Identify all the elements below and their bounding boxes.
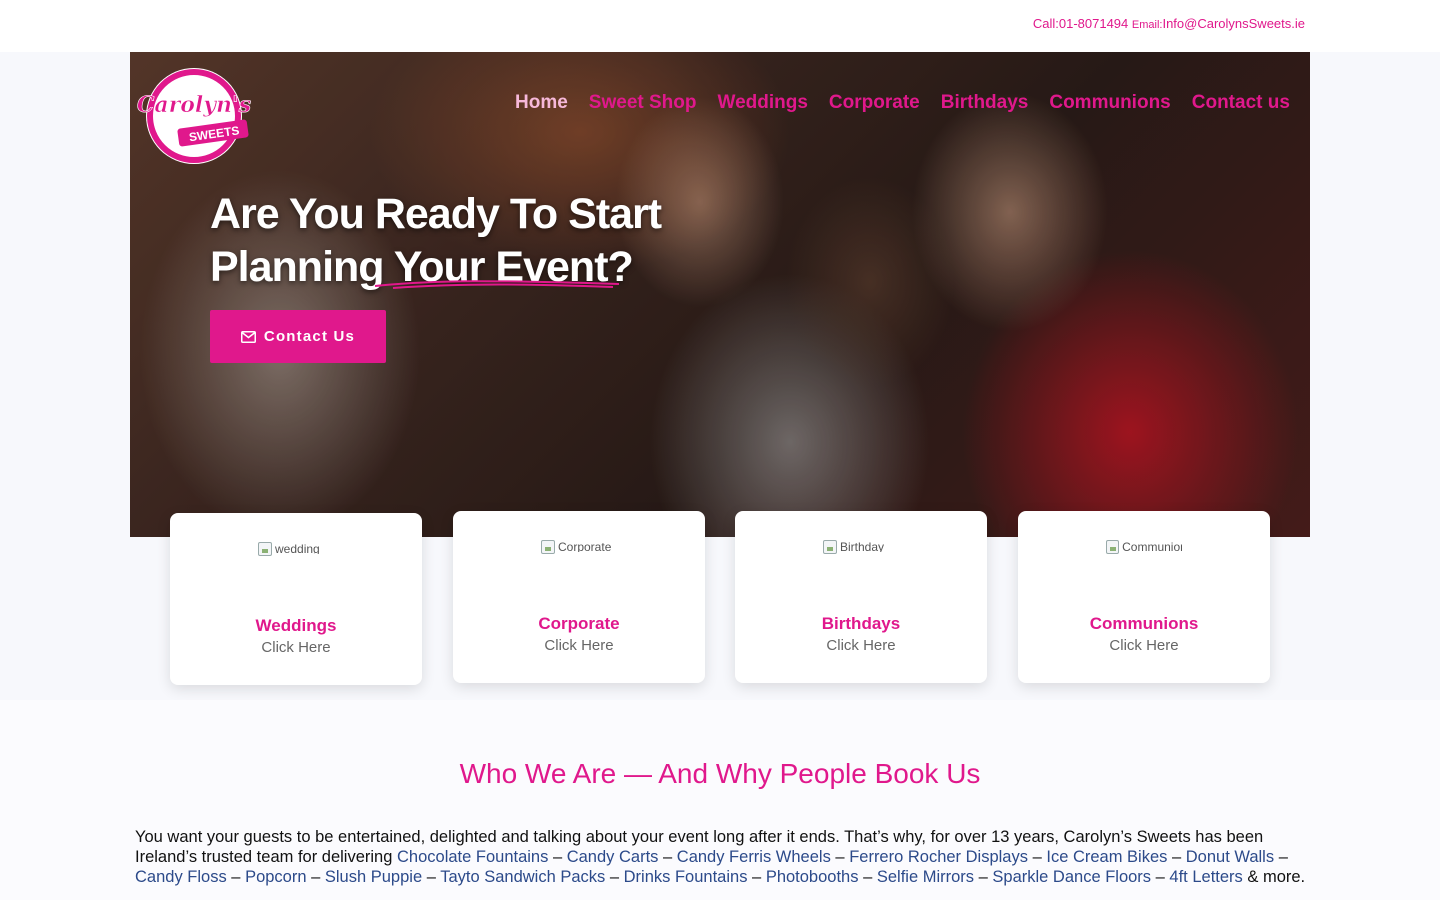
card-birthdays[interactable]: Birthday Birthdays Click Here <box>735 511 987 683</box>
nav-item-home[interactable]: Home <box>515 92 568 114</box>
link-separator: – <box>1274 848 1288 866</box>
nav-item-communions[interactable]: Communions <box>1049 92 1170 114</box>
service-link-ice-cream-bikes[interactable]: Ice Cream Bikes <box>1046 848 1167 866</box>
link-separator: – <box>605 868 624 886</box>
card-image: Corporate <box>541 539 617 555</box>
card-image: Birthday <box>823 539 899 555</box>
contact-info: Call:01-8071494 Email:Info@CarolynsSweet… <box>1033 16 1305 31</box>
link-separator: – <box>974 868 993 886</box>
card-subtitle[interactable]: Click Here <box>1018 637 1270 654</box>
card-title: Communions <box>1089 614 1199 633</box>
svg-text:Carolyn's: Carolyn's <box>137 92 251 118</box>
card-subtitle[interactable]: Click Here <box>170 639 422 656</box>
card-subtitle[interactable]: Click Here <box>735 637 987 654</box>
contact-us-button[interactable]: Contact Us <box>210 310 386 363</box>
service-link-ferrero-rocher-displays[interactable]: Ferrero Rocher Displays <box>849 848 1028 866</box>
top-bar: Call:01-8071494 Email:Info@CarolynsSweet… <box>0 0 1440 52</box>
service-link-candy-ferris-wheels[interactable]: Candy Ferris Wheels <box>677 848 831 866</box>
service-link-4ft-letters[interactable]: 4ft Letters <box>1169 868 1242 886</box>
service-link-popcorn[interactable]: Popcorn <box>245 868 306 886</box>
headline-underline-swash <box>374 280 620 289</box>
card-image-alt: Birthday <box>840 542 885 552</box>
card-communions[interactable]: Communion Communions Click Here <box>1018 511 1270 683</box>
link-separator: – <box>548 848 567 866</box>
service-link-slush-puppie[interactable]: Slush Puppie <box>325 868 422 886</box>
nav-item-contact-us[interactable]: Contact us <box>1192 92 1290 114</box>
phone-link[interactable]: 01-8071494 <box>1059 16 1128 31</box>
hero-section: Carolyn's SWEETS Home Sweet Shop Weddings C… <box>130 52 1310 537</box>
nav-item-sweet-shop[interactable]: Sweet Shop <box>589 92 697 114</box>
email-label: Email: <box>1131 19 1163 31</box>
card-weddings[interactable]: wedding Weddings Click Here <box>170 513 422 685</box>
service-link-photobooths[interactable]: Photobooths <box>766 868 859 886</box>
card-title: Corporate <box>538 614 620 633</box>
broken-image-icon <box>258 542 272 556</box>
link-separator: – <box>858 868 877 886</box>
service-link-candy-carts[interactable]: Candy Carts <box>567 848 659 866</box>
service-link-tayto-sandwich-packs[interactable]: Tayto Sandwich Packs <box>440 868 605 886</box>
service-link-candy-floss[interactable]: Candy Floss <box>135 868 227 886</box>
hero-headline-line1: Are You Ready To Start <box>210 190 662 238</box>
contact-us-label: Contact Us <box>263 328 356 345</box>
link-separator: – <box>1167 848 1186 866</box>
about-outro-text: & more. <box>1242 868 1306 886</box>
envelope-icon <box>240 330 256 343</box>
card-subtitle[interactable]: Click Here <box>453 637 705 654</box>
main-nav: Home Sweet Shop Weddings Corporate Birthdays… <box>515 92 1290 114</box>
link-separator: – <box>306 868 325 886</box>
service-link-drinks-fountains[interactable]: Drinks Fountains <box>624 868 748 886</box>
nav-item-corporate[interactable]: Corporate <box>829 92 920 114</box>
card-image-alt: Communion <box>1122 542 1182 552</box>
card-title: Birthdays <box>821 614 901 633</box>
carolyns-sweets-logo[interactable]: Carolyn's SWEETS <box>136 66 254 166</box>
about-section: Who We Are — And Why People Book Us You … <box>0 700 1440 900</box>
link-separator: – <box>658 848 677 866</box>
hero-background-photo <box>130 52 1310 537</box>
broken-image-icon <box>541 540 555 554</box>
nav-item-birthdays[interactable]: Birthdays <box>941 92 1029 114</box>
card-image: wedding <box>258 541 334 557</box>
email-link[interactable]: Info@CarolynsSweets.ie <box>1162 16 1305 31</box>
broken-image-icon <box>1106 540 1120 554</box>
about-heading: Who We Are — And Why People Book Us <box>459 758 981 789</box>
card-image: Communion <box>1106 539 1182 555</box>
nav-item-weddings[interactable]: Weddings <box>717 92 807 114</box>
link-separator: – <box>1151 868 1170 886</box>
link-separator: – <box>226 868 246 886</box>
link-separator: – <box>422 868 441 886</box>
service-link-selfie-mirrors[interactable]: Selfie Mirrors <box>877 868 974 886</box>
card-corporate[interactable]: Corporate Corporate Click Here <box>453 511 705 683</box>
service-link-sparkle-dance-floors[interactable]: Sparkle Dance Floors <box>992 868 1151 886</box>
card-image-alt: wedding <box>275 544 320 554</box>
link-separator: – <box>1028 848 1047 866</box>
link-separator: – <box>830 848 850 866</box>
service-link-chocolate-fountains[interactable]: Chocolate Fountains <box>397 848 548 866</box>
card-title: Weddings <box>255 616 337 635</box>
call-label: Call: <box>1032 16 1059 31</box>
about-paragraph: You want your guests to be entertained, … <box>135 827 1310 887</box>
broken-image-icon <box>823 540 837 554</box>
service-link-donut-walls[interactable]: Donut Walls <box>1186 848 1274 866</box>
link-separator: – <box>747 868 766 886</box>
card-image-alt: Corporate <box>558 542 612 552</box>
